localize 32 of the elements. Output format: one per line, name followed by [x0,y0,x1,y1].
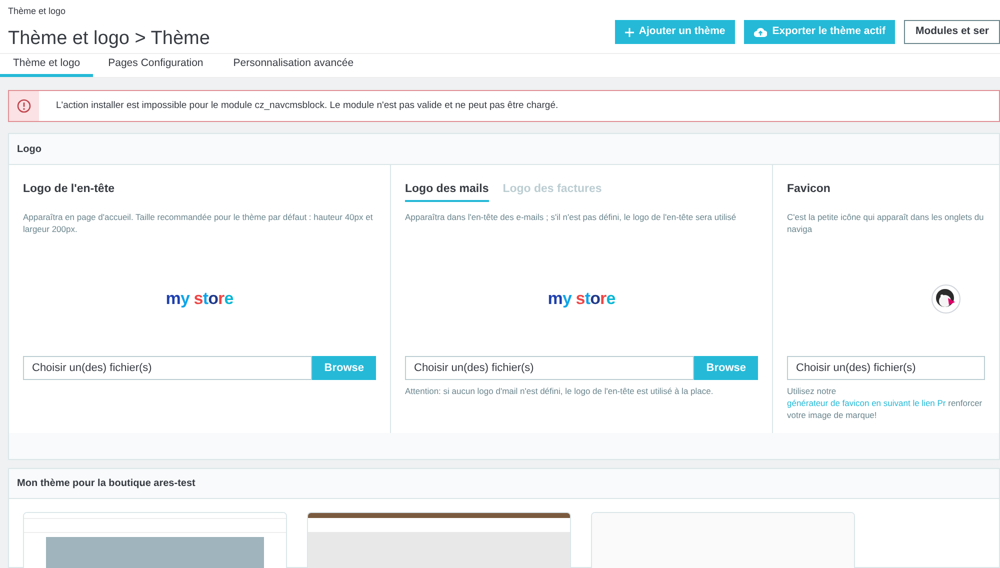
browse-button[interactable]: Browse [312,356,376,380]
alert-icon [17,99,31,113]
file-input-field[interactable]: Choisir un(des) fichier(s) [405,356,694,380]
nav-tab[interactable]: Pages Configuration [93,54,218,77]
nav-tab[interactable]: Personnalisation avancée [218,54,369,77]
plus-icon [624,28,634,36]
favicon-help-text: Utilisez notre générateur de favicon en suivant le lien Pr renforcer votre image de marque! [787,385,984,421]
header-button[interactable]: Modules et ser [904,20,1000,44]
column-title: Logo de l'en-tête [23,182,116,197]
column-note: Attention: si aucun logo d'mail n'est défini, le logo de l'en-tête est utilisé à la place. [405,385,714,398]
nav-tab[interactable]: Thème et logo [0,54,94,77]
column-description: C'est la petite icône qui apparaît dans les onglets du naviga [787,211,985,236]
file-input-field[interactable]: Choisir un(des) fichier(s) [787,356,985,380]
panel-title: Mon thème pour la boutique ares-test [9,469,999,499]
file-input-field[interactable]: Choisir un(des) fichier(s) [23,356,312,380]
page-title: Thème et logo > Thème [8,26,210,50]
cloud-upload-icon [754,27,768,37]
store-logo: my store [548,288,616,310]
header-button[interactable]: Ajouter un thème [614,20,736,44]
favicon-generator-link[interactable]: générateur de favicon en suivant le lien Pr [787,398,946,408]
browse-button[interactable]: Browse [694,356,758,380]
breadcrumb: Thème et logo [8,5,67,18]
column-title: Favicon [787,182,832,197]
column-description: Apparaîtra en page d'accueil. Taille recommandée pour le thème par défaut : hauteur 40px et largeur 200px. [23,211,374,236]
theme-screenshot[interactable] [307,512,571,568]
column-description: Apparaîtra dans l'en-tête des e-mails ; s'il n'est pas défini, le logo de l'en-tête sera utilisé [405,211,738,224]
store-logo: my store [166,288,234,310]
logo-tab[interactable]: Logo des mails [405,181,489,202]
logo-tab[interactable]: Logo des factures [502,181,602,202]
alert-message: L'action installer est impossible pour le module cz_navcmsblock. Le module n'est pas valide et ne peut pas être chargé. [56,98,558,113]
penguin-icon [931,284,961,314]
header-button[interactable]: Exporter le thème actif [744,20,896,44]
